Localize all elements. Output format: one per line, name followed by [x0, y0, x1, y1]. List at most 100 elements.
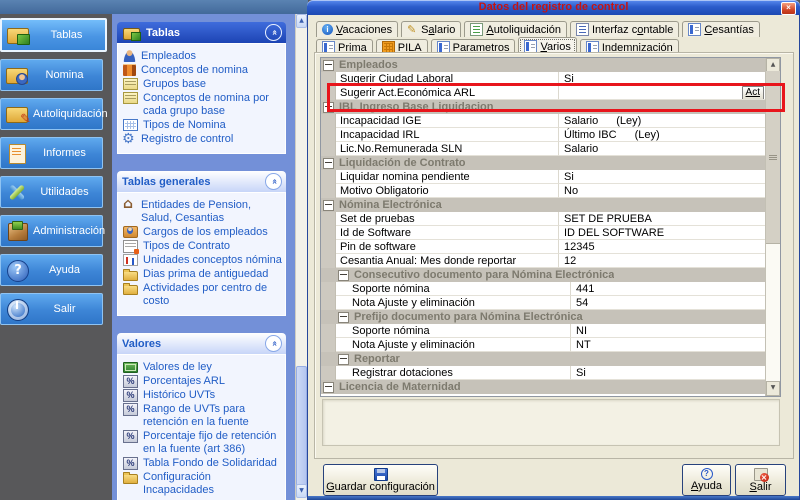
grid-row-lic-no-remunerada-sln[interactable]: Lic.No.Remunerada SLNSalario — [321, 142, 766, 156]
panel-link-configuracion-incapacidades[interactable]: Configuración Incapacidades — [123, 471, 283, 497]
panel-link-rango-de-uvts-para-retencion-en-la-fuente[interactable]: Rango de UVTs para retención en la fuent… — [123, 403, 283, 429]
gear-icon — [123, 133, 136, 145]
grid-section-consecutivo-documento-para-nomina-electronica[interactable]: Consecutivo documento para Nómina Electr… — [321, 268, 766, 282]
property-value[interactable]: Si — [571, 366, 766, 380]
panel-link-conceptos-de-nomina-por-cada-grupo-base[interactable]: Conceptos de nomina por cada grupo base — [123, 92, 283, 118]
scroll-down-icon[interactable] — [766, 381, 780, 396]
panel-link-actividades-por-centro-de-costo[interactable]: Actividades por centro de costo — [123, 282, 283, 308]
property-value[interactable]: NT — [571, 338, 766, 352]
sidebar-button-informes[interactable]: Informes — [0, 137, 103, 169]
grid-section-licencia-de-maternidad[interactable]: Licencia de Maternidad — [321, 380, 766, 394]
scroll-thumb[interactable] — [296, 366, 307, 486]
sidebar-button-utilidades[interactable]: Utilidades — [0, 176, 103, 208]
panel-link-cargos-de-los-empleados[interactable]: Cargos de los empleados — [123, 226, 283, 239]
scroll-up-icon[interactable] — [296, 14, 307, 28]
scroll-down-icon[interactable] — [296, 484, 307, 498]
panel-link-historico-uvts[interactable]: Histórico UVTs — [123, 389, 283, 402]
grid-row-soporte-nomina[interactable]: Soporte nóminaNI — [321, 324, 766, 338]
panel-link-tipos-de-contrato[interactable]: Tipos de Contrato — [123, 240, 283, 253]
grid-row-sugerir-ciudad-laboral[interactable]: Sugerir Ciudad LaboralSi — [321, 72, 766, 86]
grid-row-sugerir-act-economica-arl[interactable]: Sugerir Act.Económica ARLAct — [321, 86, 766, 100]
sidebar-button-tablas[interactable]: Tablas — [0, 18, 107, 52]
tab-vacaciones[interactable]: Vacaciones — [316, 21, 398, 37]
property-value[interactable]: Último IBC(Ley) — [559, 128, 766, 142]
property-value[interactable]: Salario — [559, 142, 766, 156]
property-value[interactable]: NI — [571, 324, 766, 338]
panel-link-tipos-de-nomina[interactable]: Tipos de Nomina — [123, 119, 283, 132]
property-value[interactable]: Salario(Ley) — [559, 114, 766, 128]
grid-section-ibl-ingreso-base-liquidacion[interactable]: IBL Ingreso Base Liquidacion — [321, 100, 766, 114]
property-value[interactable]: Act — [559, 86, 766, 100]
property-value[interactable]: Si — [559, 170, 766, 184]
sidebar-button-administracion[interactable]: Administración — [0, 215, 103, 247]
grid-row-pin-de-software[interactable]: Pin de software12345 — [321, 240, 766, 254]
panel-link-tabla-fondo-de-solidaridad[interactable]: Tabla Fondo de Solidaridad — [123, 457, 283, 470]
money-icon — [123, 362, 138, 373]
panel-scrollbar[interactable] — [295, 14, 307, 500]
grid-row-cesantia-anual-mes-donde-reportar[interactable]: Cesantia Anual: Mes donde reportar12 — [321, 254, 766, 268]
grid-section-empleados[interactable]: Empleados — [321, 58, 766, 72]
tab-cesantias[interactable]: Cesantías — [682, 21, 760, 37]
panel-link-porcentaje-fijo-de-retencion-en-la-fuente-art-386[interactable]: Porcentaje fijo de retención en la fuent… — [123, 430, 283, 456]
collapse-minus-icon[interactable] — [338, 312, 349, 323]
panel-link-empleados[interactable]: Empleados — [123, 50, 283, 63]
panel-link-porcentajes-arl[interactable]: Porcentajes ARL — [123, 375, 283, 388]
close-icon[interactable]: × — [781, 2, 796, 15]
sidebar-button-ayuda[interactable]: Ayuda — [0, 254, 103, 286]
grid-row-id-de-software[interactable]: Id de SoftwareID DEL SOFTWARE — [321, 226, 766, 240]
property-value[interactable]: ID DEL SOFTWARE — [559, 226, 766, 240]
grid-row-nota-ajuste-y-eliminacion[interactable]: Nota Ajuste y eliminación54 — [321, 296, 766, 310]
property-value[interactable]: 54 — [571, 296, 766, 310]
grid-section-reportar[interactable]: Reportar — [321, 352, 766, 366]
collapse-minus-icon[interactable] — [323, 60, 334, 71]
panel-link-entidades-de-pension-salud-cesantias[interactable]: Entidades de Pension, Salud, Cesantias — [123, 199, 283, 225]
panel-link-registro-de-control[interactable]: Registro de control — [123, 133, 283, 146]
collapse-minus-icon[interactable] — [323, 158, 334, 169]
save-config-button[interactable]: Guardar configuración — [323, 464, 438, 496]
panel-link-dias-prima-de-antiguedad[interactable]: Dias prima de antiguedad — [123, 268, 283, 281]
grid-row-liquidar-nomina-pendiente[interactable]: Liquidar nomina pendienteSi — [321, 170, 766, 184]
grid-scrollbar[interactable] — [765, 58, 780, 396]
property-value[interactable]: No — [559, 184, 766, 198]
grid-row-nota-ajuste-y-eliminacion[interactable]: Nota Ajuste y eliminaciónNT — [321, 338, 766, 352]
grid-row-soporte-nomina[interactable]: Soporte nómina441 — [321, 282, 766, 296]
help-button[interactable]: Ayuda — [682, 464, 731, 496]
collapse-minus-icon[interactable] — [323, 382, 334, 393]
sidebar-button-nomina[interactable]: Nomina — [0, 59, 103, 91]
panel-section-header[interactable]: Valores« — [117, 333, 286, 354]
collapse-chevron-icon[interactable]: « — [265, 24, 282, 41]
panel-section-header[interactable]: Tablas generales« — [117, 171, 286, 192]
panel-link-grupos-base[interactable]: Grupos base — [123, 78, 283, 91]
grid-row-incapacidad-ige[interactable]: Incapacidad IGESalario(Ley) — [321, 114, 766, 128]
collapse-minus-icon[interactable] — [323, 200, 334, 211]
grid-row-registrar-dotaciones[interactable]: Registrar dotacionesSi — [321, 366, 766, 380]
collapse-chevron-icon[interactable]: « — [265, 335, 282, 352]
panel-link-valores-de-ley[interactable]: Valores de ley — [123, 361, 283, 374]
property-value[interactable]: 441 — [571, 282, 766, 296]
tab-salario[interactable]: Salario — [401, 21, 461, 37]
property-value[interactable]: 12 — [559, 254, 766, 268]
exit-button[interactable]: Salir — [735, 464, 786, 496]
collapse-chevron-icon[interactable]: « — [265, 173, 282, 190]
property-value[interactable]: SET DE PRUEBA — [559, 212, 766, 226]
grid-row-set-de-pruebas[interactable]: Set de pruebasSET DE PRUEBA — [321, 212, 766, 226]
sidebar-button-salir[interactable]: Salir — [0, 293, 103, 325]
collapse-minus-icon[interactable] — [338, 354, 349, 365]
panel-link-unidades-conceptos-nomina[interactable]: Unidades conceptos nómina — [123, 254, 283, 267]
panel-section-header[interactable]: Tablas« — [117, 22, 286, 43]
tab-interfaz-contable[interactable]: Interfaz contable — [570, 21, 679, 37]
panel-link-conceptos-de-nomina[interactable]: Conceptos de nomina — [123, 64, 283, 77]
grid-row-motivo-obligatorio[interactable]: Motivo ObligatorioNo — [321, 184, 766, 198]
property-value[interactable]: Si — [559, 72, 766, 86]
property-value[interactable]: 12345 — [559, 240, 766, 254]
tab-autoliquidacion[interactable]: Autoliquidación — [464, 21, 567, 37]
act-button[interactable]: Act — [742, 86, 764, 100]
collapse-minus-icon[interactable] — [338, 270, 349, 281]
scroll-thumb[interactable] — [766, 71, 780, 244]
grid-section-prefijo-documento-para-nomina-electronica[interactable]: Prefijo documento para Nómina Electrónic… — [321, 310, 766, 324]
grid-section-nomina-electronica[interactable]: Nómina Electrónica — [321, 198, 766, 212]
collapse-minus-icon[interactable] — [323, 102, 334, 113]
sidebar-button-autoliquidacion[interactable]: Autoliquidación — [0, 98, 103, 130]
grid-row-incapacidad-irl[interactable]: Incapacidad IRLÚltimo IBC(Ley) — [321, 128, 766, 142]
grid-section-liquidacion-de-contrato[interactable]: Liquidación de Contrato — [321, 156, 766, 170]
